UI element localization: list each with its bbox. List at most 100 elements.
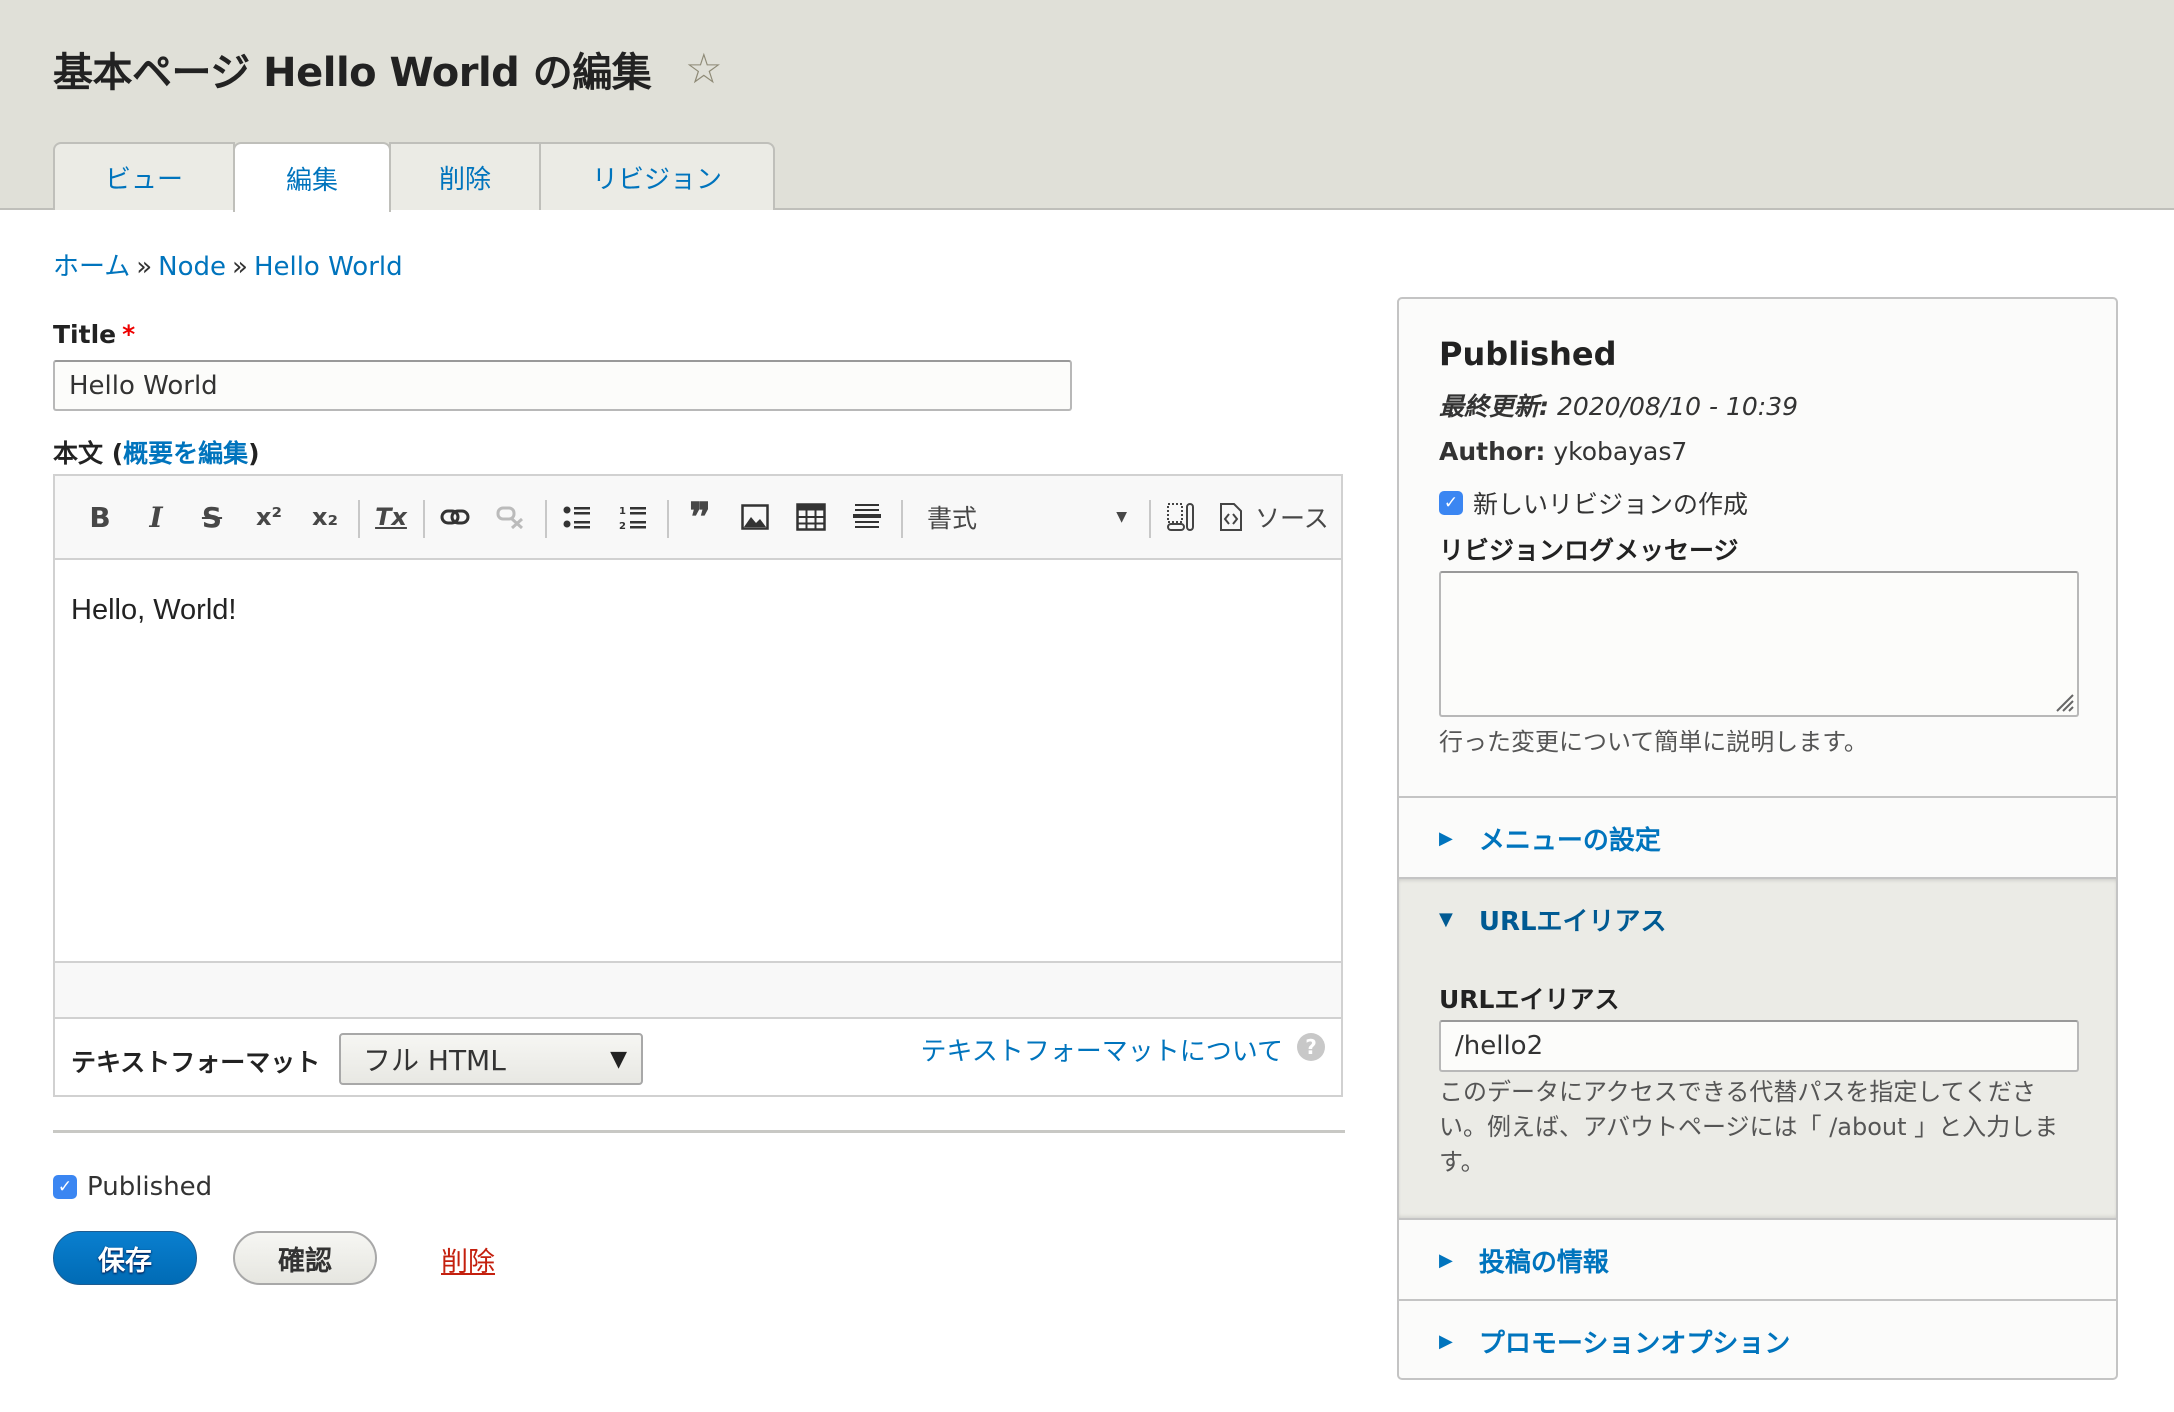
- last-updated-value: 2020/08/10 - 10:39: [1556, 392, 1799, 421]
- url-alias-section: ▼ URLエイリアス URLエイリアス /hello2 このデータにアクセスでき…: [1399, 877, 2116, 1218]
- numbered-list-button[interactable]: 12: [613, 498, 653, 536]
- remove-format-button[interactable]: Tx: [373, 498, 409, 536]
- title-input[interactable]: Hello World: [53, 360, 1072, 411]
- table-icon: [796, 503, 826, 531]
- text-format-help-link[interactable]: テキストフォーマットについて: [921, 1031, 1283, 1068]
- delete-link[interactable]: 削除: [441, 1240, 495, 1279]
- triangle-right-icon: ▶: [1439, 828, 1453, 849]
- authoring-info-section[interactable]: ▶ 投稿の情報: [1399, 1218, 2116, 1299]
- url-alias-toggle[interactable]: ▼ URLエイリアス: [1439, 901, 1667, 938]
- title-input-value: Hello World: [69, 370, 218, 401]
- tab-delete[interactable]: 削除: [389, 142, 541, 210]
- toolbar-separator: [1149, 500, 1151, 538]
- text-format-select[interactable]: フル HTML ▼: [339, 1033, 643, 1085]
- promotion-options-toggle[interactable]: ▶ プロモーションオプション: [1439, 1323, 1790, 1360]
- url-alias-input[interactable]: /hello2: [1439, 1020, 2079, 1072]
- text-format-selected: フル HTML: [363, 1044, 506, 1077]
- revision-log-textarea[interactable]: [1439, 571, 2079, 717]
- numbered-list-icon: 12: [619, 506, 646, 530]
- promotion-options-section[interactable]: ▶ プロモーションオプション: [1399, 1299, 2116, 1378]
- horizontal-line-button[interactable]: [847, 498, 887, 536]
- rich-text-editor: B I S x² x₂ Tx 12 ❞ 書式 ▼ ソース Hello, Worl…: [53, 474, 1343, 1097]
- svg-text:1: 1: [619, 506, 626, 517]
- star-icon[interactable]: ☆: [685, 44, 723, 93]
- authoring-info-toggle[interactable]: ▶ 投稿の情報: [1439, 1242, 1609, 1279]
- triangle-right-icon: ▶: [1439, 1331, 1453, 1352]
- tab-edit[interactable]: 編集: [233, 142, 391, 212]
- breadcrumb-separator: »: [136, 252, 153, 282]
- author-value: ykobayas7: [1553, 437, 1688, 466]
- url-alias-section-label: URLエイリアス: [1478, 907, 1667, 937]
- promotion-options-label: プロモーションオプション: [1478, 1329, 1791, 1359]
- italic-button[interactable]: I: [141, 498, 171, 536]
- text-format-label: テキストフォーマット: [71, 1048, 321, 1077]
- toolbar-separator: [667, 500, 669, 538]
- meta-sidebar: Published 最終更新: 2020/08/10 - 10:39 Autho…: [1397, 297, 2118, 1380]
- unlink-icon: [496, 506, 524, 529]
- strikethrough-button[interactable]: S: [197, 498, 227, 536]
- link-button[interactable]: [435, 498, 475, 536]
- breadcrumb-current[interactable]: Hello World: [254, 252, 403, 282]
- subscript-button[interactable]: x₂: [307, 498, 343, 536]
- editor-status-bar: [55, 961, 1341, 1019]
- triangle-right-icon: ▶: [1439, 1250, 1453, 1271]
- source-label: ソース: [1255, 504, 1329, 533]
- save-button[interactable]: 保存: [53, 1231, 197, 1285]
- image-icon: [741, 504, 769, 530]
- published-label: Published: [87, 1172, 213, 1202]
- source-icon: [1220, 503, 1242, 531]
- toolbar-separator: [901, 500, 903, 538]
- new-revision-checkbox[interactable]: ✓: [1439, 491, 1463, 515]
- tab-revisions[interactable]: リビジョン: [539, 142, 775, 210]
- body-label-close: ): [248, 439, 260, 468]
- bulleted-list-icon: [563, 506, 590, 529]
- required-marker: *: [122, 320, 136, 349]
- breadcrumb-node[interactable]: Node: [158, 252, 226, 282]
- menu-settings-label: メニューの設定: [1478, 826, 1661, 856]
- author-label: Author:: [1439, 437, 1546, 466]
- page-title: 基本ページ Hello World の編集: [53, 50, 652, 96]
- menu-settings-section[interactable]: ▶ メニューの設定: [1399, 796, 2116, 877]
- published-checkbox[interactable]: ✓: [53, 1175, 77, 1199]
- triangle-down-icon: ▼: [1439, 909, 1453, 930]
- text-format-row: テキストフォーマット フル HTML ▼ テキストフォーマットについて ?: [55, 1019, 1341, 1095]
- source-button[interactable]: ソース: [1219, 498, 1329, 536]
- blockquote-button[interactable]: ❞: [679, 494, 721, 541]
- tab-view[interactable]: ビュー: [53, 142, 235, 210]
- unlink-button[interactable]: [491, 498, 531, 536]
- last-updated: 最終更新: 2020/08/10 - 10:39: [1439, 387, 1798, 423]
- svg-text:2: 2: [619, 521, 626, 530]
- table-button[interactable]: [791, 498, 831, 536]
- preview-button[interactable]: 確認: [233, 1231, 377, 1285]
- revision-log-description: 行った変更について簡単に説明します。: [1439, 728, 1868, 756]
- horizontal-line-icon: [853, 504, 881, 528]
- body-label-text: 本文 (: [53, 439, 124, 468]
- new-revision-row: ✓ 新しいリビジョンの作成: [1439, 485, 1748, 521]
- toolbar-separator: [545, 500, 547, 538]
- edit-summary-link[interactable]: 概要を編集: [123, 439, 248, 468]
- menu-settings-toggle[interactable]: ▶ メニューの設定: [1439, 820, 1661, 857]
- help-icon[interactable]: ?: [1297, 1033, 1325, 1061]
- editor-content-area[interactable]: Hello, World!: [55, 560, 1341, 961]
- superscript-button[interactable]: x²: [251, 498, 287, 536]
- show-blocks-button[interactable]: [1163, 498, 1199, 536]
- format-dropdown-label: 書式: [927, 504, 978, 533]
- bulleted-list-button[interactable]: [557, 498, 597, 536]
- breadcrumb-home[interactable]: ホーム: [53, 252, 130, 282]
- url-alias-label: URLエイリアス: [1439, 985, 1620, 1014]
- link-icon: [440, 509, 470, 525]
- breadcrumb: ホーム» Node» Hello World: [53, 246, 403, 283]
- body-label: 本文 (概要を編集): [53, 434, 260, 470]
- last-updated-label: 最終更新:: [1439, 392, 1549, 421]
- resize-handle-icon[interactable]: [2053, 691, 2075, 713]
- title-label-text: Title: [53, 320, 117, 349]
- new-revision-label: 新しいリビジョンの作成: [1473, 490, 1749, 519]
- image-button[interactable]: [735, 498, 775, 536]
- show-blocks-icon: [1167, 503, 1194, 531]
- authoring-info-label: 投稿の情報: [1478, 1248, 1609, 1278]
- bold-button[interactable]: B: [85, 498, 115, 536]
- chevron-down-icon: ▼: [1116, 509, 1127, 525]
- editor-content: Hello, World!: [71, 594, 237, 626]
- published-checkbox-row: ✓ Published: [53, 1172, 212, 1202]
- format-dropdown[interactable]: 書式 ▼: [927, 498, 1127, 536]
